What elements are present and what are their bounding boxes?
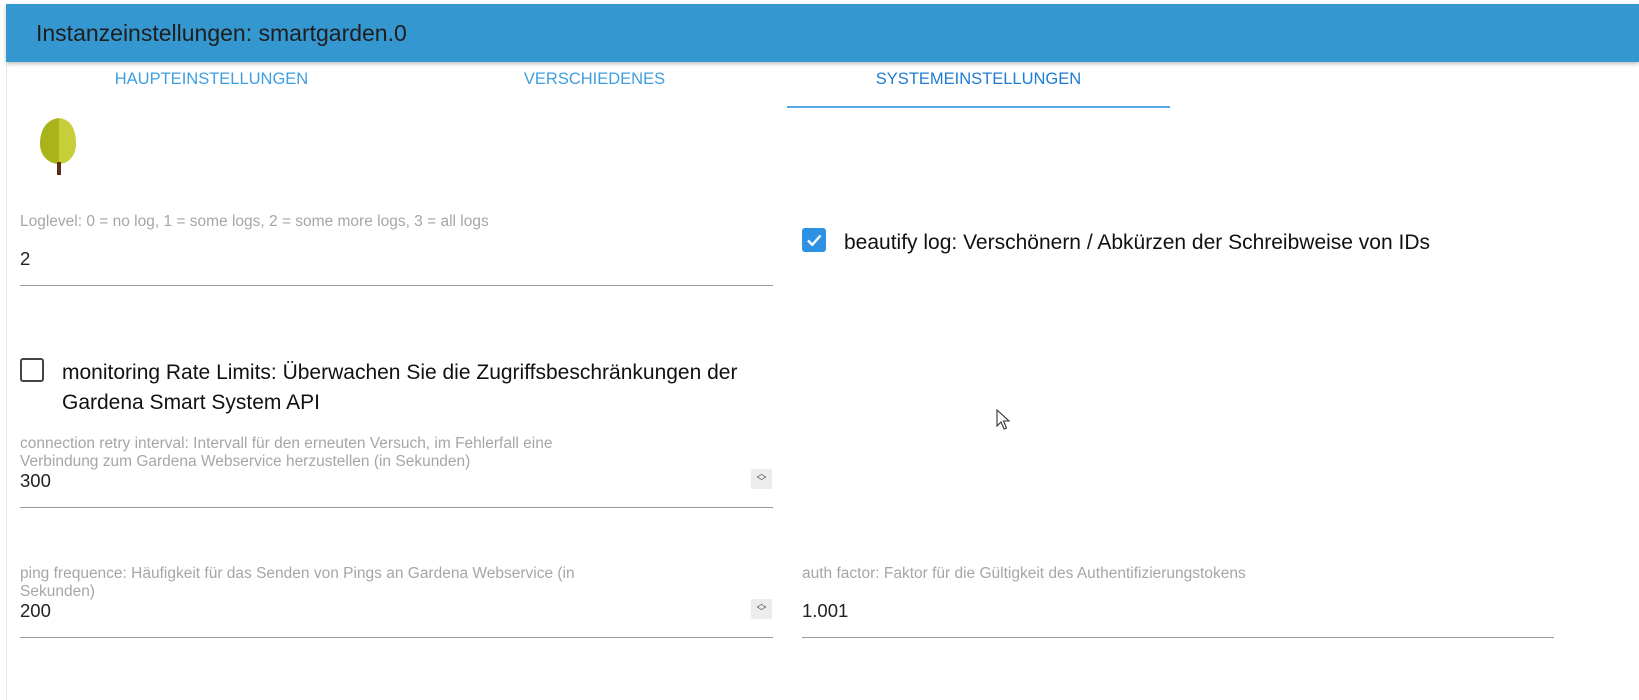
- monitoring-rate-limits-label-line2[interactable]: Gardena Smart System API: [62, 388, 320, 418]
- auth-factor-input[interactable]: 1.001: [802, 600, 848, 622]
- beautify-log-checkbox[interactable]: [802, 228, 826, 252]
- tab-systemeinstellungen[interactable]: SYSTEMEINSTELLUNGEN: [787, 64, 1170, 108]
- ping-frequence-underline: [20, 637, 773, 638]
- checkmark-icon: [807, 234, 822, 247]
- retry-interval-label-line1: connection retry interval: Intervall für…: [20, 435, 553, 452]
- dialog-title: Instanzeinstellungen: smartgarden.0: [36, 20, 407, 46]
- loglevel-label: Loglevel: 0 = no log, 1 = some logs, 2 =…: [20, 213, 489, 230]
- retry-interval-label-line2: Verbindung zum Gardena Webservice herzus…: [20, 453, 471, 470]
- loglevel-input[interactable]: 2: [20, 248, 30, 270]
- tab-haupteinstellungen[interactable]: HAUPTEINSTELLUNGEN: [20, 64, 403, 108]
- ping-frequence-label-line2: Sekunden): [20, 583, 95, 600]
- monitoring-rate-limits-label-line1[interactable]: monitoring Rate Limits: Überwachen Sie d…: [62, 358, 737, 388]
- tab-verschiedenes[interactable]: VERSCHIEDENES: [403, 64, 786, 108]
- ping-frequence-spinner[interactable]: ︿ ﹀: [751, 599, 772, 619]
- dialog-header: Instanzeinstellungen: smartgarden.0: [6, 4, 1639, 62]
- ping-frequence-input[interactable]: 200: [20, 600, 51, 622]
- retry-interval-spinner[interactable]: ︿ ﹀: [751, 469, 772, 489]
- retry-interval-underline: [20, 507, 773, 508]
- retry-interval-input[interactable]: 300: [20, 470, 51, 492]
- auth-factor-label: auth factor: Faktor für die Gültigkeit d…: [802, 565, 1246, 582]
- spinner-down-icon[interactable]: ﹀: [757, 477, 767, 488]
- tree-icon: [40, 118, 78, 181]
- loglevel-underline: [20, 285, 773, 286]
- beautify-log-label[interactable]: beautify log: Verschönern / Abkürzen der…: [844, 228, 1430, 258]
- spinner-down-icon[interactable]: ﹀: [757, 607, 767, 618]
- monitoring-rate-limits-checkbox[interactable]: [20, 358, 44, 382]
- auth-factor-underline: [802, 637, 1554, 638]
- mouse-pointer-icon: [996, 408, 1011, 436]
- ping-frequence-label-line1: ping frequence: Häufigkeit für das Sende…: [20, 565, 575, 582]
- dialog-left-border: [6, 62, 7, 700]
